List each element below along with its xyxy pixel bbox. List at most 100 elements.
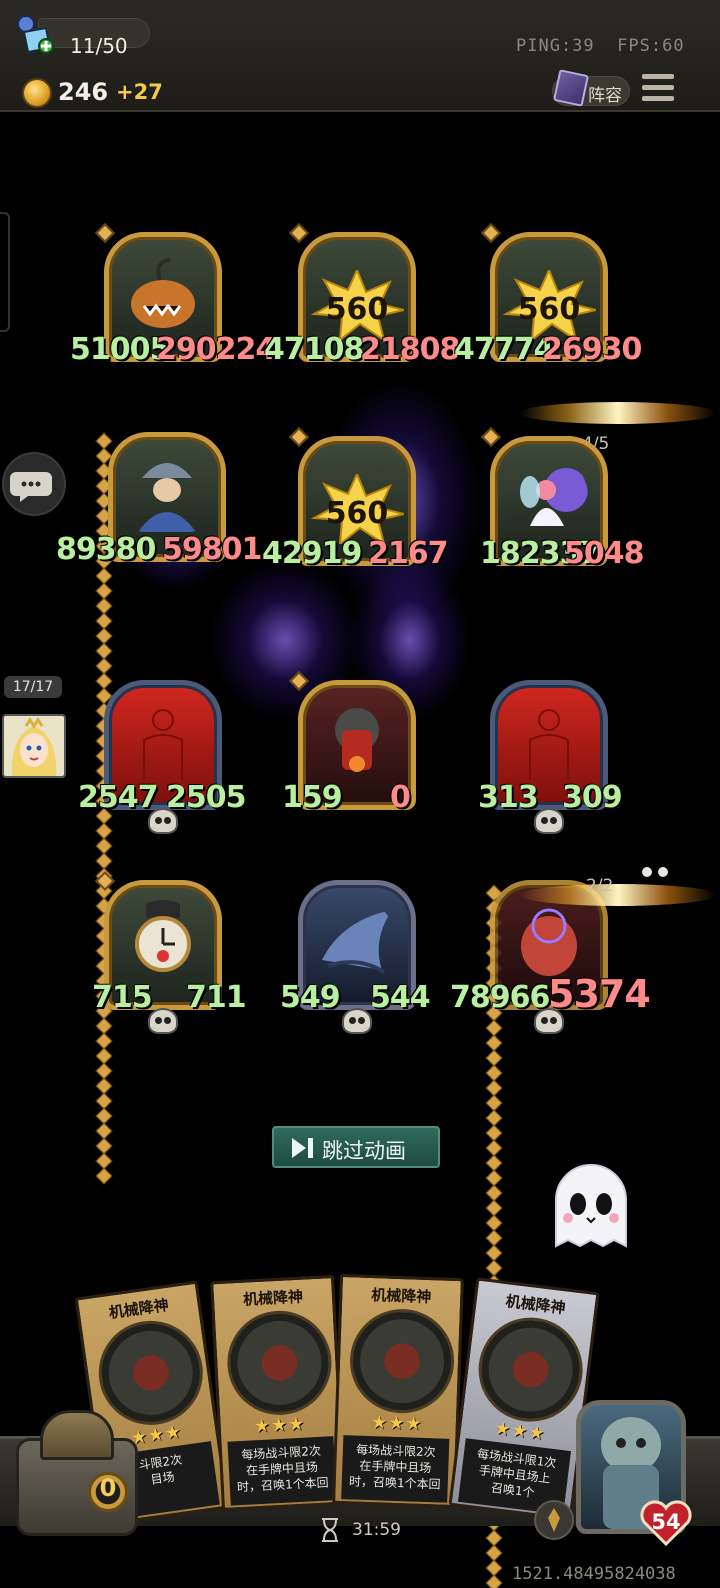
deathrattle-skull-icon — [534, 808, 564, 834]
edge-handle[interactable] — [0, 212, 10, 332]
chest-count: 0 — [99, 1474, 117, 1502]
pumpkin-monster-icon — [131, 258, 195, 328]
mech-god-card-art-icon — [224, 1308, 335, 1418]
card-stars: ★★★ — [370, 1412, 423, 1435]
minion-attack: 313 — [478, 780, 539, 815]
minion-gem-icon — [481, 427, 501, 447]
minion-gem-icon — [481, 223, 501, 243]
golden-flare-effect — [520, 402, 716, 424]
minion-dragon[interactable]: 549 544 — [280, 880, 431, 1034]
damage-value: 560 — [325, 496, 389, 531]
card-title: 机械降神 — [242, 1287, 304, 1309]
mech-god-card-art-icon — [472, 1311, 589, 1428]
minion-swordsman[interactable]: 89380 59801 — [56, 432, 262, 567]
knight-portrait-icon — [138, 463, 196, 532]
chest-lid — [40, 1410, 114, 1460]
minion-gem-icon — [289, 223, 309, 243]
minion-pumpkin[interactable]: 51005 290224 — [70, 223, 276, 367]
hero-power-button[interactable] — [534, 1500, 574, 1540]
minion-attack: 715 — [92, 980, 153, 1015]
minion-gem-icon — [289, 427, 309, 447]
minion-mech-god[interactable]: 159 0 — [282, 671, 416, 815]
empty-silhouette-icon — [143, 709, 183, 780]
gold-gain: +27 — [116, 80, 163, 104]
ghost-emote-icon[interactable] — [548, 1160, 634, 1250]
skip-animation-label: 跳过动画 — [322, 1139, 406, 1163]
minion-red-silhouette[interactable]: 313 309 — [478, 680, 623, 834]
damage-value: 560 — [517, 292, 581, 327]
minion-red-silhouette[interactable]: 2547 2505 — [78, 680, 246, 834]
top-bar: 11/50 PING:39 FPS:60 246 +27 阵容 — [0, 0, 720, 112]
hourglass-icon — [322, 1518, 338, 1542]
minion-health: 309 — [562, 780, 623, 815]
golden-flare-effect — [520, 884, 716, 906]
minion-clock-clown[interactable]: 715 711 — [92, 871, 247, 1034]
card-description: 每场战斗限2次 在手牌中且场 时，召唤1个本回 — [227, 1436, 337, 1506]
network-stats: PING:39 FPS:60 — [516, 36, 685, 56]
dragon-icon — [322, 910, 392, 974]
card-title: 机械降神 — [504, 1292, 567, 1318]
deathrattle-skull-icon — [534, 1008, 564, 1034]
treasure-chest[interactable]: 0 — [10, 1410, 142, 1540]
attack-counter: 2/2 — [586, 876, 614, 896]
minion-attack: 159 — [282, 780, 343, 815]
minion-fairy[interactable]: 182337 5048 — [480, 427, 644, 571]
status-dots — [642, 862, 674, 881]
gold-amount: 246 — [58, 78, 109, 106]
flower-fairy-icon — [520, 468, 588, 526]
tavern-potion-icon — [17, 15, 54, 54]
minion-health: 0 — [390, 780, 411, 815]
minion-attack: 78966 — [450, 980, 550, 1015]
fps-text: FPS:60 — [617, 36, 685, 56]
minion-attack: 2547 — [78, 780, 158, 815]
minion-health: 5048 — [564, 536, 644, 571]
minion-horned-warrior[interactable]: 560 42919 2167 — [262, 427, 448, 571]
minion-cactus[interactable]: 560 47774 26930 — [454, 223, 642, 367]
population-text: 11/50 — [70, 34, 128, 58]
minion-attack: 89380 — [56, 532, 156, 567]
match-id: 1521.48495824038 — [512, 1564, 676, 1584]
minion-health: 59801 — [162, 532, 262, 567]
minion-health: 2167 — [368, 536, 448, 571]
gold-coin-icon — [22, 78, 52, 108]
opponent-count: 17/17 — [4, 676, 62, 698]
menu-icon[interactable] — [642, 74, 674, 104]
minion-health: 544 — [370, 980, 431, 1015]
chat-bubble-icon — [10, 472, 52, 502]
card-desc-line: 时，召唤1个本回 — [348, 1474, 441, 1492]
damage-value: 560 — [325, 292, 389, 327]
ping-text: PING:39 — [516, 36, 595, 56]
minion-health: 5374 — [548, 972, 651, 1016]
opponent-portrait[interactable] — [2, 714, 66, 778]
minion-health: 2505 — [166, 780, 246, 815]
opponent-avatar-icon — [4, 716, 64, 776]
card-title: 机械降神 — [371, 1286, 432, 1307]
population-display[interactable]: 11/50 — [16, 14, 150, 58]
minion-health: 26930 — [542, 332, 642, 367]
empty-silhouette-icon — [529, 709, 569, 780]
mech-god-card-art-icon — [348, 1307, 456, 1415]
card-description: 每场战斗限2次 在手牌中且场 时，召唤1个本回 — [341, 1435, 450, 1503]
minion-attack: 47774 — [454, 332, 554, 367]
demon-icon — [521, 908, 577, 976]
hero-health: 54 — [651, 1510, 681, 1534]
clock-clown-icon — [135, 900, 191, 972]
minion-gem-icon — [95, 223, 115, 243]
lineup-label: 阵容 — [588, 86, 622, 106]
minion-attack: 47108 — [264, 332, 364, 367]
mech-robot-icon — [335, 708, 379, 772]
hand-card[interactable]: 机械降神 ★★★ 每场战斗限2次 在手牌中且场 时，召唤1个本回 — [210, 1274, 346, 1512]
minion-health: 290224 — [156, 332, 276, 367]
deathrattle-skull-icon — [342, 1008, 372, 1034]
minion-attack: 42919 — [262, 536, 362, 571]
minion-health: 711 — [186, 980, 247, 1015]
round-timer: 31:59 — [352, 1520, 401, 1540]
minion-health: 21808 — [360, 332, 460, 367]
deathrattle-skull-icon — [148, 808, 178, 834]
minion-attack: 549 — [280, 980, 341, 1015]
chat-button[interactable] — [2, 452, 66, 516]
hand-card[interactable]: 机械降神 ★★★ 每场战斗限2次 在手牌中且场 时，召唤1个本回 — [332, 1273, 464, 1509]
skip-animation-button[interactable]: 跳过动画 — [272, 1126, 440, 1168]
minion-horned-beast[interactable]: 560 47108 21808 — [264, 223, 460, 367]
deathrattle-skull-icon — [148, 1008, 178, 1034]
